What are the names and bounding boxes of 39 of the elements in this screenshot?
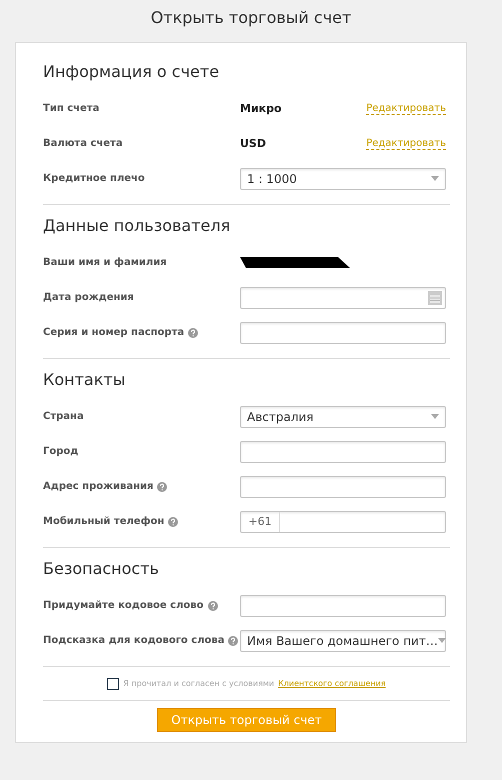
field-label: Придумайте кодовое слово: [43, 600, 204, 611]
section-heading: Контакты: [43, 369, 126, 391]
caret-icon: [431, 414, 439, 419]
field-label: Подсказка для кодового слова: [43, 635, 224, 646]
caret-icon: [431, 176, 439, 181]
input-field[interactable]: [240, 476, 446, 498]
page-title: Открыть торговый счет: [150, 7, 352, 29]
field-label: Страна: [43, 411, 84, 422]
field-label: Ваши имя и фамилия: [43, 257, 167, 268]
caret-icon: [438, 638, 446, 643]
field-label: Адрес проживания: [43, 481, 154, 492]
date-field[interactable]: [240, 286, 446, 308]
section-heading: Информация о счете: [43, 61, 220, 83]
phone-field[interactable]: +61: [240, 510, 446, 532]
calendar-icon[interactable]: [427, 290, 443, 306]
field-value: USD: [240, 137, 267, 150]
agreement-text: Я прочитал и согласен с условиями: [123, 679, 274, 688]
field-label: Дата рождения: [43, 292, 134, 303]
help-icon[interactable]: [208, 600, 218, 610]
field-label: Тип счета: [43, 103, 100, 114]
dropdown[interactable]: Имя Вашего домашнего пит…: [240, 630, 446, 652]
input-field[interactable]: [240, 322, 446, 344]
section-heading: Безопасность: [43, 558, 160, 580]
help-icon[interactable]: [188, 328, 198, 338]
field-label: Мобильный телефон: [43, 516, 164, 527]
checkbox[interactable]: [107, 678, 120, 690]
section-heading: Данные пользователя: [43, 215, 232, 237]
field-label: Серия и номер паспорта: [43, 327, 184, 338]
input-field[interactable]: [240, 440, 446, 462]
field-label: Город: [43, 446, 78, 457]
help-icon[interactable]: [228, 636, 238, 646]
field-value: Микро: [240, 102, 283, 115]
dropdown[interactable]: 1 : 1000: [240, 168, 446, 190]
field-label: Валюта счета: [43, 138, 123, 149]
dropdown[interactable]: Австралия: [240, 406, 446, 428]
help-icon[interactable]: [168, 516, 178, 526]
field-label: Кредитное плечо: [43, 173, 145, 184]
input-field[interactable]: [240, 594, 446, 616]
help-icon[interactable]: [157, 482, 168, 492]
